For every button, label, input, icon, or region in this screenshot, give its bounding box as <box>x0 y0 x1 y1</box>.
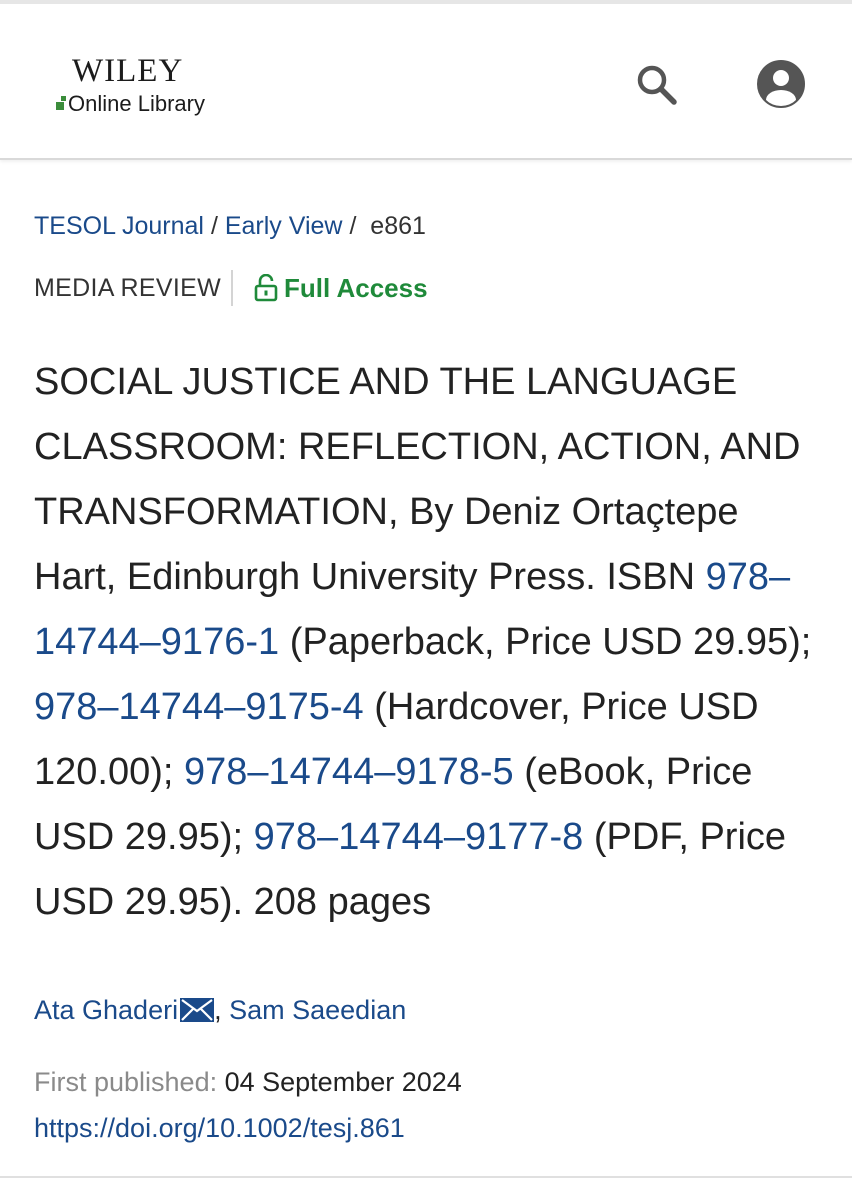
search-icon[interactable] <box>632 60 680 108</box>
breadcrumb-separator: / <box>210 212 218 240</box>
article-type-label: MEDIA REVIEW <box>34 274 221 302</box>
first-published-date: 04 September 2024 <box>224 1067 462 1097</box>
isbn-pdf-link[interactable]: 978–14744–9177-8 <box>254 816 584 858</box>
account-icon[interactable] <box>757 60 805 108</box>
breadcrumb-article-id: e861 <box>370 212 426 240</box>
logo-wordmark: WILEY <box>72 53 184 89</box>
title-text: SOCIAL JUSTICE AND THE LANGUAGE CLASSROO… <box>34 361 801 598</box>
author-link-ata-ghaderi[interactable]: Ata Ghaderi <box>34 995 178 1025</box>
breadcrumb: TESOL Journal / Early View / e861 <box>34 208 426 244</box>
breadcrumb-separator: / <box>349 212 357 240</box>
breadcrumb-journal-link[interactable]: TESOL Journal <box>34 212 204 240</box>
author-link-sam-saeedian[interactable]: Sam Saeedian <box>229 995 406 1025</box>
email-envelope-icon[interactable] <box>180 991 215 1022</box>
logo-subtitle: Online Library <box>68 91 205 116</box>
title-text: (Paperback, Price USD 29.95); <box>279 621 812 663</box>
isbn-ebook-link[interactable]: 978–14744–9178-5 <box>184 751 514 793</box>
wiley-online-library-logo[interactable]: WILEY Online Library <box>56 54 256 124</box>
author-list: Ata Ghaderi , Sam Saeedian <box>34 988 406 1032</box>
unlock-icon <box>254 273 278 302</box>
isbn-hardcover-link[interactable]: 978–14744–9175-4 <box>34 686 364 728</box>
doi-link[interactable]: https://doi.org/10.1002/tesj.861 <box>34 1108 405 1148</box>
author-separator: , <box>214 995 230 1025</box>
meta-divider <box>231 270 233 306</box>
breadcrumb-early-view-link[interactable]: Early View <box>225 212 343 240</box>
publication-date-row: First published: 04 September 2024 <box>34 1062 462 1102</box>
site-header: WILEY Online Library <box>0 4 852 160</box>
article-title: SOCIAL JUSTICE AND THE LANGUAGE CLASSROO… <box>34 350 824 935</box>
first-published-label: First published: <box>34 1067 218 1097</box>
bottom-divider <box>0 1176 852 1178</box>
access-status-text: Full Access <box>284 273 428 303</box>
